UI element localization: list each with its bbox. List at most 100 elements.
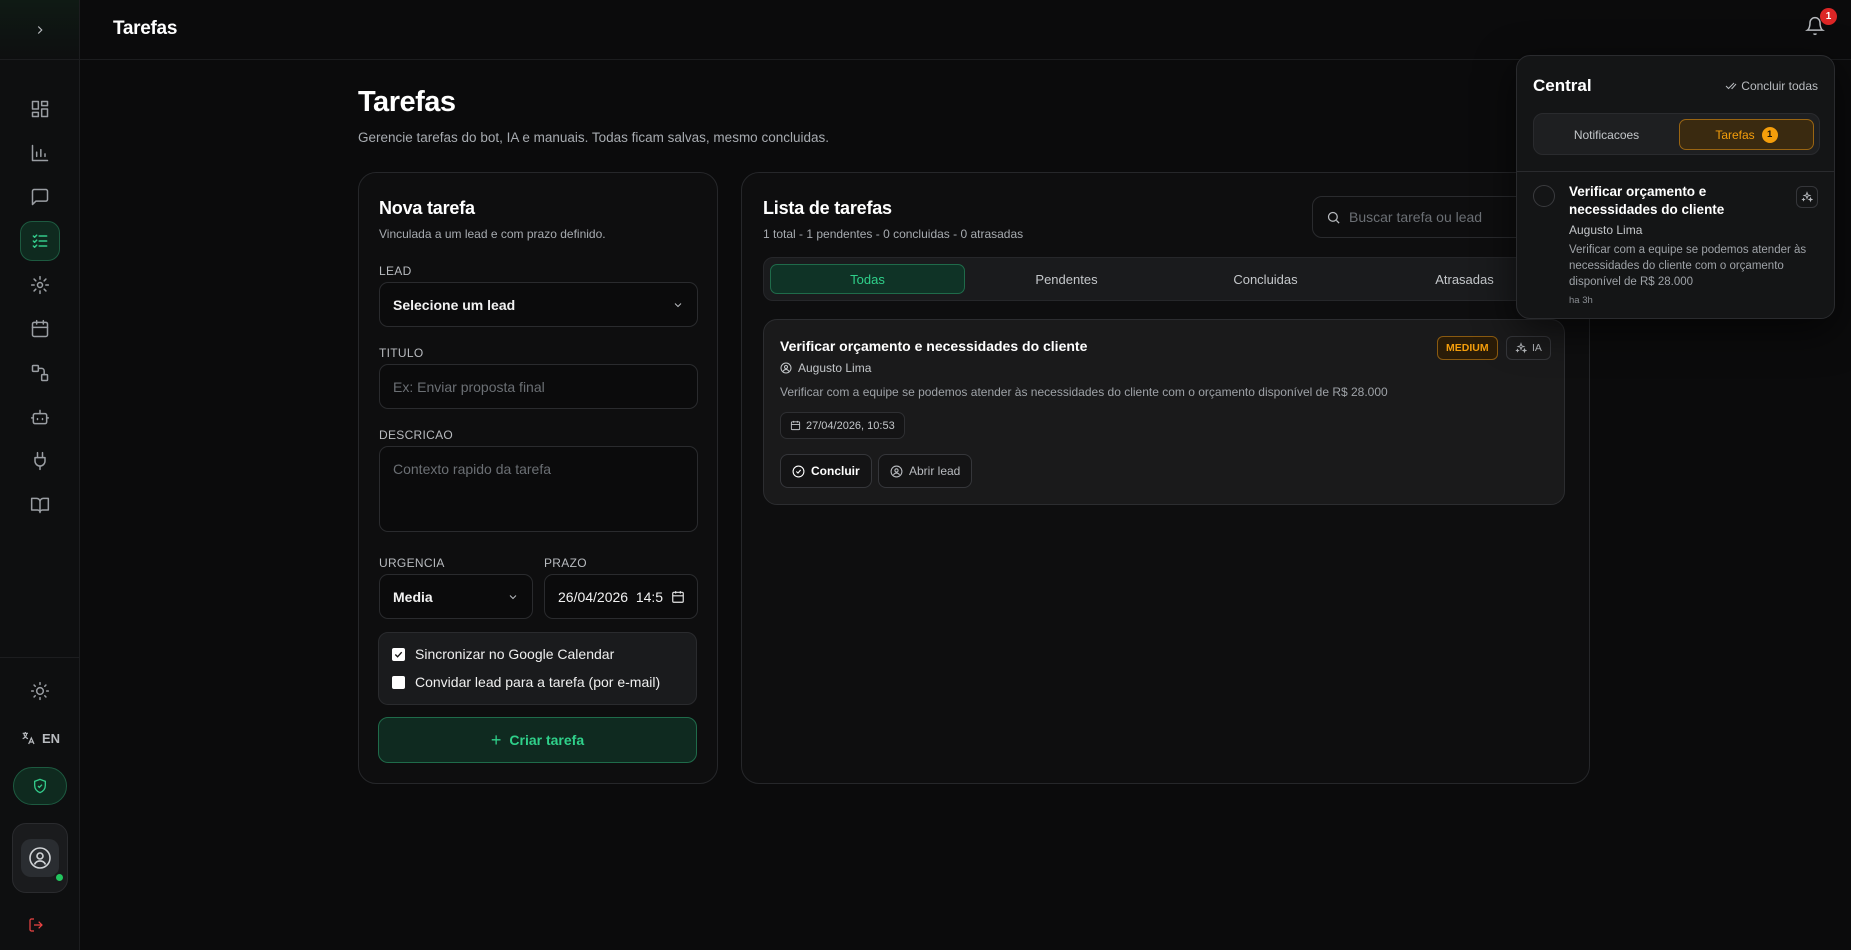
urgency-select[interactable]: Media bbox=[379, 574, 533, 619]
task-due-value: 27/04/2026, 10:53 bbox=[806, 419, 895, 432]
title-input[interactable]: Ex: Enviar proposta final bbox=[379, 364, 698, 409]
task-list-summary: 1 total - 1 pendentes - 0 concluidas - 0… bbox=[763, 227, 1024, 241]
user-menu[interactable] bbox=[12, 823, 68, 893]
task-card: Verificar orçamento e necessidades do cl… bbox=[763, 319, 1565, 505]
tab-tarefas[interactable]: Tarefas 1 bbox=[1679, 119, 1814, 150]
sparkles-icon bbox=[1796, 186, 1818, 208]
new-task-subtitle: Vinculada a um lead e com prazo definido… bbox=[379, 227, 606, 241]
complete-radio[interactable] bbox=[1533, 185, 1555, 207]
options-box: Sincronizar no Google Calendar Convidar … bbox=[378, 632, 697, 705]
book-icon[interactable] bbox=[20, 485, 60, 525]
tab-concluidas[interactable]: Concluidas bbox=[1168, 264, 1363, 294]
title-input-placeholder: Ex: Enviar proposta final bbox=[393, 378, 545, 395]
task-description: Verificar com a equipe se podemos atende… bbox=[780, 385, 1388, 399]
language-toggle[interactable]: EN bbox=[20, 728, 64, 748]
chevron-down-icon bbox=[674, 302, 682, 307]
shield-icon bbox=[34, 778, 46, 794]
notification-item-time: ha 3h bbox=[1569, 295, 1593, 306]
urgency-label: URGENCIA bbox=[379, 556, 445, 570]
task-due-date: 27/04/2026, 10:53 bbox=[780, 412, 905, 439]
task-lead-name: Augusto Lima bbox=[798, 361, 872, 375]
tab-tarefas-label: Tarefas bbox=[1715, 127, 1755, 142]
lead-select[interactable]: Selecione um lead bbox=[379, 282, 698, 327]
notification-tabs: Notificacoes Tarefas 1 bbox=[1533, 113, 1820, 155]
deadline-input-value: 26/04/2026 14:5 bbox=[558, 588, 664, 605]
notification-item-title[interactable]: Verificar orçamento e necessidades do cl… bbox=[1569, 183, 1789, 219]
title-label: TITULO bbox=[379, 346, 424, 360]
double-check-icon bbox=[1725, 82, 1737, 90]
complete-task-button[interactable]: Concluir bbox=[780, 454, 872, 488]
chevron-right-icon bbox=[37, 25, 43, 34]
create-task-button[interactable]: + Criar tarefa bbox=[378, 717, 697, 763]
create-task-label: Criar tarefa bbox=[509, 732, 585, 748]
chevron-down-icon bbox=[509, 594, 517, 599]
sync-calendar-label: Sincronizar no Google Calendar bbox=[415, 646, 615, 662]
topbar-title: Tarefas bbox=[113, 18, 178, 39]
sidebar-divider bbox=[0, 657, 80, 658]
notifications-button[interactable]: 1 bbox=[1805, 8, 1837, 40]
complete-all-label: Concluir todas bbox=[1741, 79, 1818, 93]
calendar-icon[interactable] bbox=[671, 590, 685, 604]
gear-icon[interactable] bbox=[20, 265, 60, 305]
page-title: Tarefas bbox=[358, 86, 456, 118]
source-badge: IA bbox=[1506, 336, 1551, 360]
description-textarea[interactable]: Contexto rapido da tarefa bbox=[379, 446, 698, 532]
task-list-title: Lista de tarefas bbox=[763, 198, 892, 218]
sparkles-icon bbox=[1515, 342, 1527, 354]
notification-item-description: Verificar com a equipe se podemos atende… bbox=[1569, 244, 1807, 288]
user-icon bbox=[780, 362, 792, 374]
bot-icon[interactable] bbox=[20, 397, 60, 437]
online-indicator bbox=[54, 872, 65, 883]
description-label: DESCRICAO bbox=[379, 428, 454, 442]
chat-icon[interactable] bbox=[20, 177, 60, 217]
checkbox-checked[interactable] bbox=[392, 647, 405, 661]
plus-icon: + bbox=[490, 729, 502, 750]
logout-icon[interactable] bbox=[28, 917, 44, 938]
search-icon bbox=[1327, 211, 1340, 224]
divider bbox=[1517, 171, 1834, 172]
description-placeholder: Contexto rapido da tarefa bbox=[393, 461, 551, 477]
search-input[interactable]: Buscar tarefa ou lead bbox=[1312, 196, 1542, 238]
invite-lead-checkbox[interactable]: Convidar lead para a tarefa (por e-mail) bbox=[392, 674, 660, 690]
chart-icon[interactable] bbox=[20, 133, 60, 173]
notification-item-lead: Augusto Lima bbox=[1569, 223, 1643, 237]
deadline-input[interactable]: 26/04/2026 14:5 bbox=[544, 574, 698, 619]
calendar-icon bbox=[790, 420, 801, 431]
open-lead-button[interactable]: Abrir lead bbox=[878, 454, 973, 488]
plug-icon[interactable] bbox=[20, 441, 60, 481]
tasks-count-badge: 1 bbox=[1761, 126, 1778, 143]
sidebar: EN bbox=[0, 0, 80, 950]
tab-notificacoes-label: Notificacoes bbox=[1573, 127, 1640, 142]
complete-all-button[interactable]: Concluir todas bbox=[1725, 79, 1818, 93]
task-filter-tabs: Todas Pendentes Concluidas Atrasadas bbox=[763, 257, 1569, 301]
deadline-label: PRAZO bbox=[544, 556, 587, 570]
check-icon bbox=[394, 651, 403, 658]
notification-count-badge: 1 bbox=[1820, 8, 1837, 25]
new-task-title: Nova tarefa bbox=[379, 198, 475, 218]
notification-panel: Central Concluir todas Notificacoes Tare… bbox=[1516, 55, 1835, 319]
user-icon bbox=[29, 847, 51, 869]
task-title: Verificar orçamento e necessidades do cl… bbox=[780, 338, 1088, 354]
checkbox-unchecked[interactable] bbox=[392, 675, 405, 689]
notification-panel-title: Central bbox=[1533, 76, 1592, 95]
calendar-icon[interactable] bbox=[20, 309, 60, 349]
urgency-badge: MEDIUM bbox=[1437, 336, 1498, 360]
task-lead: Augusto Lima bbox=[780, 361, 871, 375]
workflow-icon[interactable] bbox=[20, 353, 60, 393]
dashboard-icon[interactable] bbox=[20, 89, 60, 129]
page-subtitle: Gerencie tarefas do bot, IA e manuais. T… bbox=[358, 130, 829, 145]
tab-pendentes[interactable]: Pendentes bbox=[969, 264, 1164, 294]
security-button[interactable] bbox=[13, 767, 67, 805]
lead-label: LEAD bbox=[379, 264, 412, 278]
tab-todas[interactable]: Todas bbox=[770, 264, 965, 294]
sun-icon[interactable] bbox=[20, 671, 60, 711]
translate-icon bbox=[22, 732, 35, 745]
tab-notificacoes[interactable]: Notificacoes bbox=[1539, 119, 1674, 150]
sidebar-toggle[interactable] bbox=[0, 0, 79, 60]
lead-select-value: Selecione um lead bbox=[393, 296, 516, 313]
search-placeholder: Buscar tarefa ou lead bbox=[1349, 209, 1483, 225]
topbar: Tarefas 1 bbox=[80, 0, 1851, 60]
tasks-icon[interactable] bbox=[20, 221, 60, 261]
complete-task-label: Concluir bbox=[811, 464, 860, 478]
sync-calendar-checkbox[interactable]: Sincronizar no Google Calendar bbox=[392, 646, 614, 662]
